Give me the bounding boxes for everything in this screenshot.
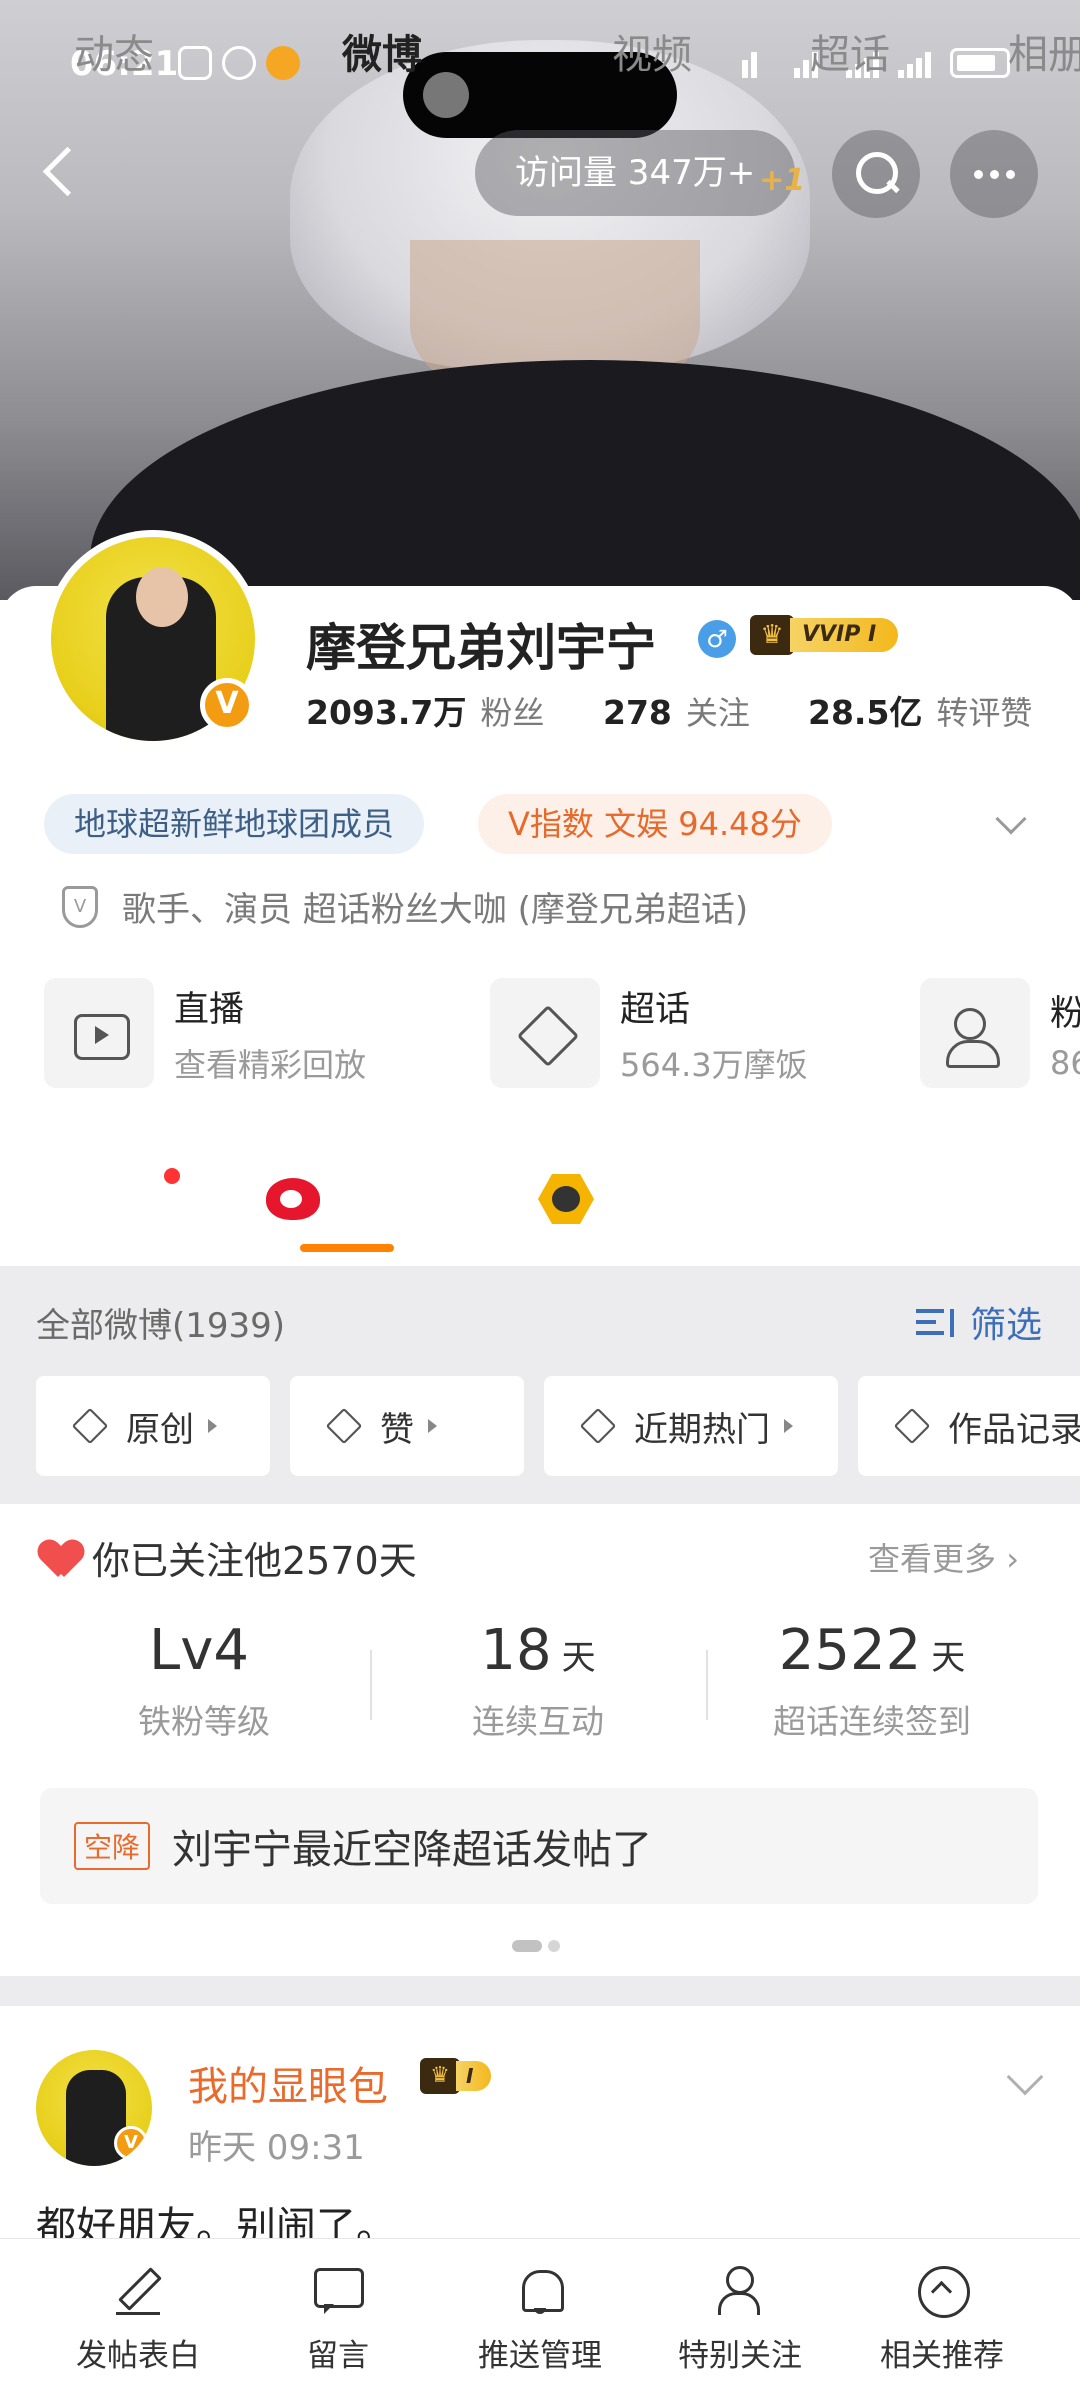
all-weibo-count: 全部微博(1939) [36, 1306, 286, 1346]
signal-5g-icon-2 [898, 48, 938, 78]
carousel-indicator [512, 1940, 560, 1952]
verified-badge-icon: V [114, 2126, 148, 2160]
more-options-icon[interactable] [950, 130, 1038, 218]
divider [370, 1650, 372, 1720]
shield-icon: V [62, 885, 98, 928]
airdrop-text: 刘宇宁最近空降超话发帖了 [172, 1827, 653, 1873]
live-title: 直播 [174, 989, 245, 1030]
chevron-down-icon[interactable] [1006, 2058, 1044, 2096]
heart-icon [40, 1539, 82, 1577]
status-notification-icons [178, 46, 300, 80]
tab-video[interactable]: 视频 [612, 22, 692, 80]
airdrop-badge: 空降 [74, 1822, 151, 1870]
nfc-icon [178, 46, 212, 80]
vibrate-icon [742, 48, 782, 78]
filter-button[interactable]: 筛选 [916, 1296, 1042, 1348]
filter-label: 筛选 [970, 1305, 1043, 1346]
tab-album[interactable]: 相册 [1008, 22, 1080, 80]
verified-badge-icon: V [200, 678, 254, 732]
island-thumbnail [423, 72, 469, 118]
related-recommend-button[interactable]: 相关推荐 [842, 2264, 1042, 2375]
v-index-tag[interactable]: V指数 文娱 94.48分 [478, 794, 832, 854]
search-icon[interactable] [832, 130, 920, 218]
interaction-streak-stat: 18 天 连续互动 [472, 1618, 604, 1741]
chip-liked[interactable]: 赞 [290, 1376, 524, 1476]
fan-level-stat: Lv4 铁粉等级 [138, 1618, 270, 1741]
tab-super-topic[interactable]: 超话 [810, 22, 890, 80]
post-author-avatar[interactable]: V [36, 2050, 152, 2166]
section-separator [0, 1976, 1080, 2006]
layers-icon [71, 1407, 109, 1445]
visits-label: 访问量 347万+ [515, 153, 756, 193]
visits-counter[interactable]: 访问量 347万+ +1 [475, 130, 805, 216]
thumbs-up-icon [325, 1407, 363, 1445]
chip-works-record[interactable]: 作品记录 [858, 1376, 1080, 1476]
live-entry[interactable]: 直播 查看精彩回放 [44, 978, 366, 1088]
bell-icon [514, 2264, 566, 2316]
followers-stat[interactable]: 2093.7万 粉丝 [306, 686, 603, 734]
follow-duration-text: 你已关注他2570天 [92, 1539, 417, 1583]
back-arrow-icon[interactable] [32, 140, 92, 200]
chip-recent-hot[interactable]: 近期热门 [544, 1376, 838, 1476]
likes-stat[interactable]: 28.5亿 转评赞 [808, 686, 1032, 734]
triangle-right-icon [208, 1419, 217, 1433]
push-settings-button[interactable]: 推送管理 [440, 2264, 640, 2375]
see-more-link[interactable]: 查看更多 › [868, 1534, 1019, 1580]
super-topic-title: 超话 [620, 989, 691, 1030]
cover-shirt-shape [90, 360, 1080, 600]
triangle-right-icon [428, 1419, 437, 1433]
weibo-app-icon [266, 46, 300, 80]
status-bar: 06:21 [0, 30, 1080, 138]
tab-activity[interactable]: 动态 [74, 22, 154, 80]
post-timestamp: 昨天 09:31 [188, 2128, 365, 2168]
alarm-icon [222, 46, 256, 80]
follow-duration: 你已关注他2570天 [40, 1530, 417, 1585]
tab-active-indicator [300, 1244, 394, 1252]
triangle-right-icon [784, 1419, 793, 1433]
post-author-vip-badge: ♛ I [420, 2058, 492, 2094]
post-author-name[interactable]: 我的显眼包 [188, 2054, 388, 2112]
crown-icon: ♛ [750, 615, 794, 655]
diamond-icon [490, 978, 600, 1088]
fans-group-entry[interactable]: 粉 86 [920, 978, 1080, 1088]
following-stat[interactable]: 278 关注 [603, 688, 808, 734]
message-button[interactable]: 留言 [238, 2264, 438, 2375]
weibo-icon [266, 1178, 320, 1220]
unread-dot [164, 1168, 180, 1184]
group-icon [920, 978, 1030, 1088]
super-topic-subtitle: 564.3万摩饭 [620, 1045, 808, 1084]
filter-icon [916, 1305, 960, 1339]
fans-group-subtitle: 86 [1050, 1043, 1080, 1082]
battery-icon [950, 48, 1010, 78]
layers-icon [893, 1407, 931, 1445]
profile-stats: 2093.7万 粉丝 278 关注 28.5亿 转评赞 [306, 686, 1046, 734]
post-confession-button[interactable]: 发帖表白 [38, 2264, 238, 2375]
pen-icon [112, 2264, 164, 2316]
visits-delta: +1 [759, 163, 806, 198]
certification-text: 歌手、演员 超话粉丝大咖 (摩登兄弟超话) [122, 890, 749, 930]
profile-tabs [0, 1150, 1080, 1266]
checkin-streak-stat: 2522 天 超话连续签到 [773, 1618, 971, 1741]
live-subtitle: 查看精彩回放 [174, 1045, 367, 1084]
gender-male-icon: ♂ [698, 620, 736, 658]
crown-icon: ♛ [420, 2058, 460, 2094]
airdrop-notice[interactable]: 空降 刘宇宁最近空降超话发帖了 [40, 1788, 1038, 1904]
super-topic-entry[interactable]: 超话 564.3万摩饭 [490, 978, 808, 1088]
tab-weibo[interactable]: 微博 [342, 22, 422, 80]
chip-original[interactable]: 原创 [36, 1376, 270, 1476]
chat-icon [312, 2264, 364, 2316]
user-star-icon [714, 2264, 766, 2316]
divider [706, 1650, 708, 1720]
layers-icon [579, 1407, 617, 1445]
tv-icon [44, 978, 154, 1088]
up-circle-icon [916, 2264, 970, 2318]
vvip-badge[interactable]: ♛ VVIP I [750, 614, 899, 656]
certification-line: V 歌手、演员 超话粉丝大咖 (摩登兄弟超话) [62, 882, 748, 931]
fans-group-title: 粉 [1050, 993, 1080, 1034]
group-member-tag[interactable]: 地球超新鲜地球团成员 [44, 794, 425, 854]
vvip-label: VVIP I [790, 618, 899, 652]
profile-name: 摩登兄弟刘宇宁 [306, 619, 656, 677]
special-follow-button[interactable]: 特别关注 [640, 2264, 840, 2375]
avatar[interactable]: V [44, 530, 262, 748]
